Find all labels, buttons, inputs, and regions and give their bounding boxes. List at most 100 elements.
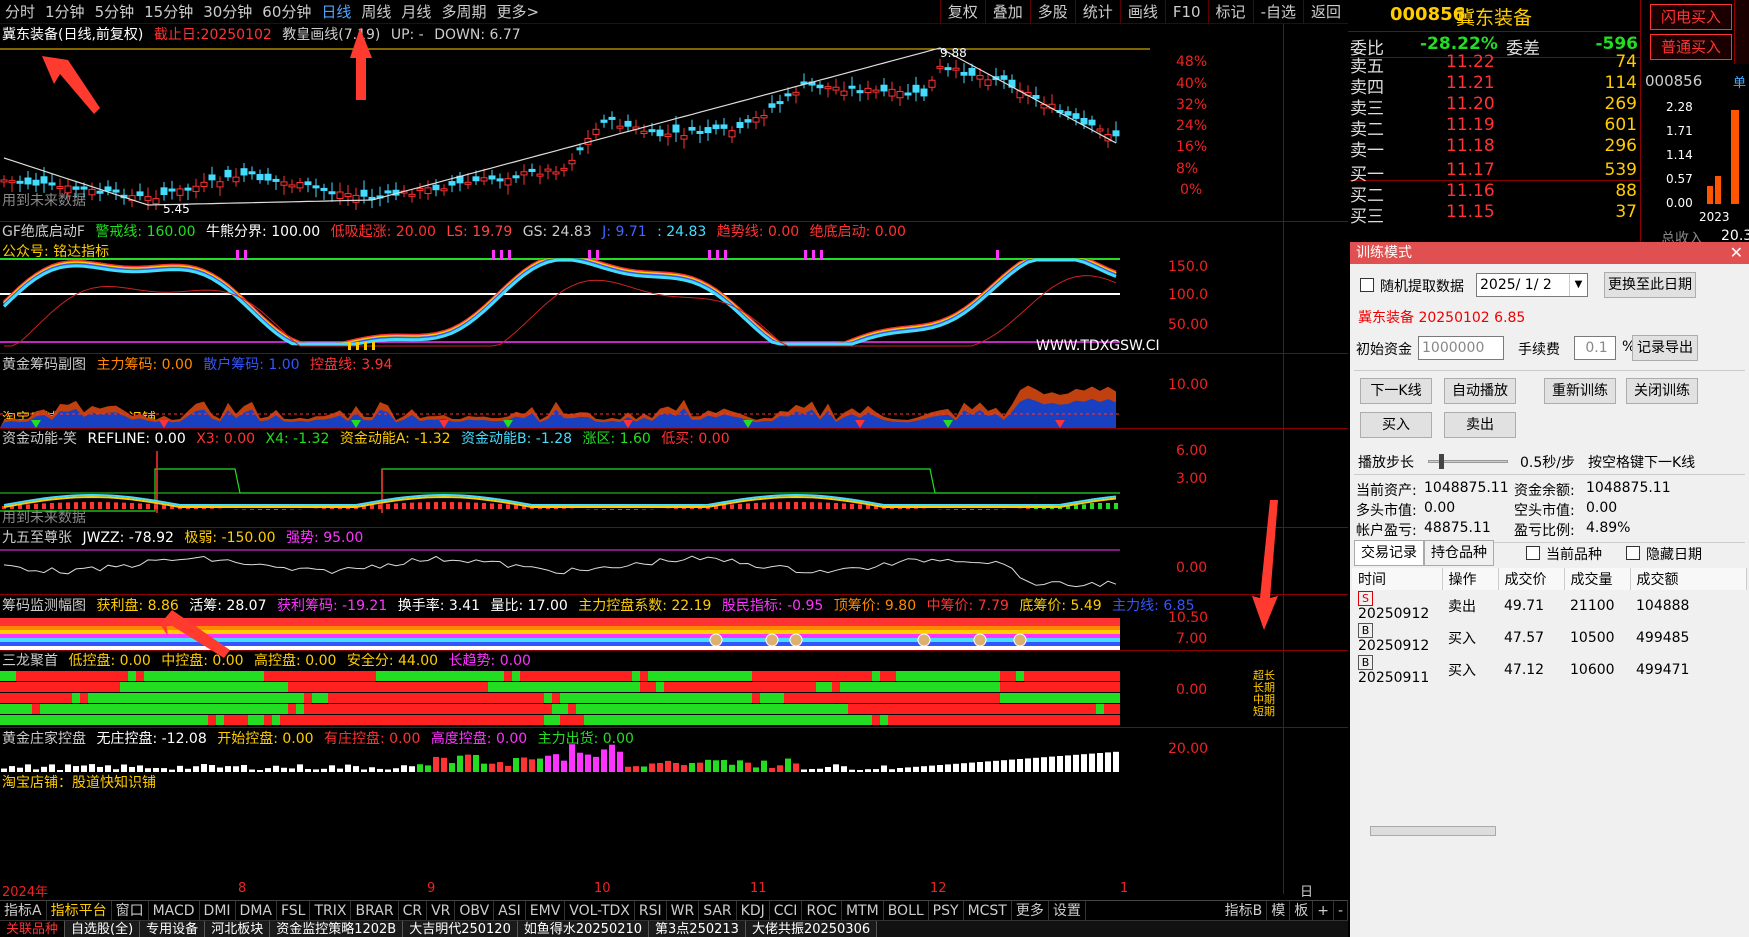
panel5-chart[interactable] (0, 595, 1283, 650)
panel4-chart[interactable] (0, 528, 1283, 594)
fee-input[interactable]: 0.1 (1574, 336, 1616, 360)
autoplay-button[interactable]: 自动播放 (1444, 378, 1516, 404)
panel3-chart[interactable] (0, 429, 1283, 527)
tf-monthly[interactable]: 月线 (396, 0, 436, 24)
change-date-button[interactable]: 更换至此日期 (1604, 272, 1696, 298)
indicator-tab[interactable]: DMI (200, 901, 236, 920)
indicator-tab[interactable]: CCI (770, 901, 803, 920)
tool-watchlist[interactable]: -自选 (1252, 0, 1303, 24)
tf-more[interactable]: 更多> (491, 0, 544, 24)
indicator-tab-right[interactable]: - (1334, 901, 1348, 920)
indicator-tab[interactable]: BOLL (884, 901, 929, 920)
indicator-tab[interactable]: VR (427, 901, 456, 920)
col-amt[interactable]: 成交额 (1630, 568, 1747, 590)
current-checkbox[interactable] (1526, 546, 1540, 560)
panel7-chart[interactable] (0, 728, 1283, 881)
tool-overlay[interactable]: 叠加 (984, 0, 1030, 24)
sell-button[interactable]: 卖出 (1444, 412, 1516, 438)
date-picker[interactable]: 2025/ 1/ 2 ▼ (1476, 273, 1588, 297)
indicator-tab[interactable]: EMV (526, 901, 566, 920)
normal-buy-button[interactable]: 普通买入 (1650, 34, 1732, 60)
sheet-tab[interactable]: 自选股(全) (65, 921, 141, 937)
tool-f10[interactable]: F10 (1164, 0, 1208, 24)
indicator-tab[interactable]: MACD (149, 901, 200, 920)
next-kline-button[interactable]: 下一K线 (1360, 378, 1432, 404)
tf-fenshi[interactable]: 分时 (0, 0, 40, 24)
tf-multi[interactable]: 多周期 (436, 0, 491, 24)
sheet-tab[interactable]: 资金监控策略1202B (270, 921, 404, 937)
tab-trade-records[interactable]: 交易记录 (1354, 540, 1424, 566)
table-row[interactable]: B20250912 买入 47.57 10500 499485 (1352, 622, 1747, 654)
tool-back[interactable]: 返回 (1302, 0, 1348, 24)
indicator-tab[interactable]: MTM (842, 901, 884, 920)
tool-mark[interactable]: 标记 (1207, 0, 1253, 24)
sheet-tab[interactable]: 专用设备 (140, 921, 206, 937)
hide-date-checkbox[interactable] (1626, 546, 1640, 560)
col-qty[interactable]: 成交量 (1564, 568, 1631, 590)
indicator-tab-right[interactable]: 模 (1267, 901, 1291, 920)
tool-fuquan[interactable]: 复权 (939, 0, 985, 24)
tool-multi-stock[interactable]: 多股 (1029, 0, 1075, 24)
flash-buy-button[interactable]: 闪电买入 (1650, 4, 1732, 30)
tf-5min[interactable]: 5分钟 (90, 0, 140, 24)
tool-stats[interactable]: 统计 (1074, 0, 1120, 24)
indicator-tab[interactable]: TRIX (310, 901, 352, 920)
candlestick-chart[interactable] (0, 40, 1283, 210)
sheet-tab[interactable]: 河北板块 (205, 921, 271, 937)
indicator-tab-right[interactable]: 板 (1290, 901, 1314, 920)
indicator-tab[interactable]: 更多 (1012, 901, 1049, 920)
indicator-tab[interactable]: MCST (964, 901, 1012, 920)
indicator-tab[interactable]: PSY (929, 901, 964, 920)
panel1-chart[interactable] (0, 222, 1283, 352)
col-price[interactable]: 成交价 (1498, 568, 1565, 590)
slider-handle[interactable] (1439, 454, 1444, 469)
bid-row[interactable]: 买三 11.15 37 (1350, 202, 1640, 227)
close-icon[interactable]: ✕ (1730, 242, 1743, 264)
init-cap-input[interactable]: 1000000 (1418, 336, 1504, 360)
buy-button[interactable]: 买入 (1360, 412, 1432, 438)
tool-draw[interactable]: 画线 (1119, 0, 1165, 24)
indicator-tab[interactable]: SAR (699, 901, 737, 920)
tf-60min[interactable]: 60分钟 (257, 0, 316, 24)
col-op[interactable]: 操作 (1442, 568, 1499, 590)
ask-row[interactable]: 卖一 11.18 296 (1350, 136, 1640, 161)
indicator-tab[interactable]: 指标A (0, 901, 47, 920)
random-checkbox[interactable] (1360, 278, 1374, 292)
indicator-tab[interactable]: WR (667, 901, 700, 920)
tf-15min[interactable]: 15分钟 (139, 0, 198, 24)
sheet-tab[interactable]: 大佬共振20250306 (745, 921, 878, 937)
indicator-tab[interactable]: RSI (635, 901, 667, 920)
chevron-down-icon[interactable]: ▼ (1569, 274, 1587, 296)
indicator-tab[interactable]: KDJ (737, 901, 770, 920)
indicator-tab[interactable]: ROC (802, 901, 842, 920)
indicator-tab[interactable]: 指标平台 (47, 901, 112, 920)
restart-button[interactable]: 重新训练 (1544, 378, 1616, 404)
indicator-tab[interactable]: VOL-TDX (565, 901, 635, 920)
indicator-tab-right[interactable]: 指标B (1221, 901, 1268, 920)
tf-daily[interactable]: 日线 (316, 0, 356, 24)
indicator-tab[interactable]: CR (399, 901, 428, 920)
sheet-tab[interactable]: 如鱼得水20250210 (517, 921, 650, 937)
sheet-tab[interactable]: 大吉明代250120 (403, 921, 518, 937)
sheet-tab[interactable]: 关联品种 (0, 921, 66, 937)
col-time[interactable]: 时间 (1352, 568, 1443, 590)
indicator-tab[interactable]: DMA (236, 901, 277, 920)
tf-30min[interactable]: 30分钟 (198, 0, 257, 24)
indicator-tab[interactable]: 窗口 (112, 901, 149, 920)
step-slider[interactable] (1428, 454, 1508, 469)
indicator-tab[interactable]: ASI (494, 901, 526, 920)
close-training-button[interactable]: 关闭训练 (1626, 378, 1698, 404)
indicator-tab[interactable]: BRAR (351, 901, 399, 920)
table-row[interactable]: B20250911 买入 47.12 10600 499471 (1352, 654, 1747, 686)
export-button[interactable]: 记录导出 (1632, 335, 1698, 361)
table-row[interactable]: S20250912 卖出 49.71 21100 104888 (1352, 590, 1747, 622)
chart-area[interactable]: 分时 1分钟 5分钟 15分钟 30分钟 60分钟 日线 周线 月线 多周期 更… (0, 0, 1348, 937)
indicator-tab-right[interactable]: + (1313, 901, 1334, 920)
indicator-tab[interactable]: 设置 (1049, 901, 1086, 920)
scrollbar[interactable] (1370, 826, 1496, 836)
tf-weekly[interactable]: 周线 (356, 0, 396, 24)
panel6-chart[interactable] (0, 651, 1283, 727)
tab-positions[interactable]: 持仓品种 (1424, 540, 1494, 566)
indicator-tab[interactable]: OBV (455, 901, 495, 920)
sheet-tab[interactable]: 第3点250213 (649, 921, 746, 937)
